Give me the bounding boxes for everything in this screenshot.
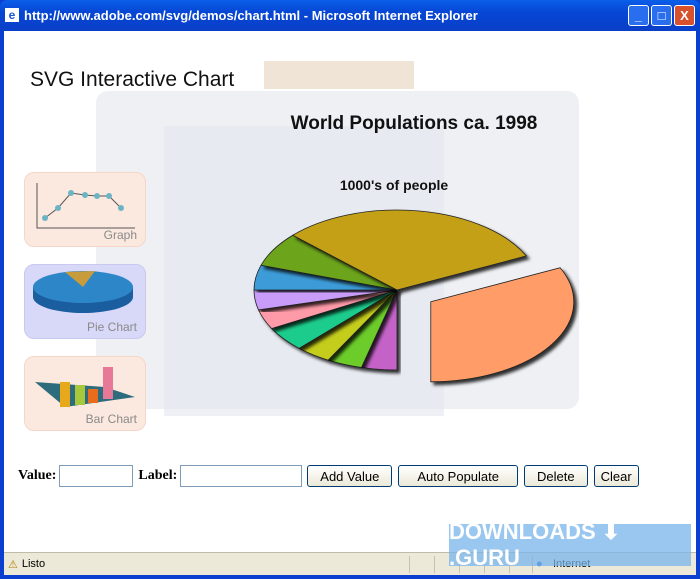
delete-button[interactable]: Delete [524,465,588,487]
label-label: Label: [138,468,178,483]
add-value-button[interactable]: Add Value [307,465,393,487]
maximize-button[interactable]: □ [651,5,672,26]
chart-form: Value: Label: Add Value Auto Populate De… [18,465,645,487]
pie-slice[interactable] [430,267,575,383]
value-label: Value: [18,468,57,483]
close-button[interactable]: X [674,5,695,26]
clear-button[interactable]: Clear [593,465,639,487]
label-input[interactable] [180,465,303,487]
warning-page-icon: ⚠ [8,558,18,571]
window-title: http://www.adobe.com/svg/demos/chart.htm… [24,8,478,23]
value-input[interactable] [59,465,134,487]
minimize-button[interactable]: _ [628,5,649,26]
watermark: DOWNLOADS ⬇ .GURU [449,519,691,570]
page-content: SVG Interactive Chart Graph Pie Chart Ba… [4,31,696,552]
ie-icon: e [5,8,19,22]
auto-populate-button[interactable]: Auto Populate [398,465,518,487]
title-bar: e http://www.adobe.com/svg/demos/chart.h… [0,0,700,31]
status-text: Listo [21,558,46,570]
pie-chart [253,209,575,383]
